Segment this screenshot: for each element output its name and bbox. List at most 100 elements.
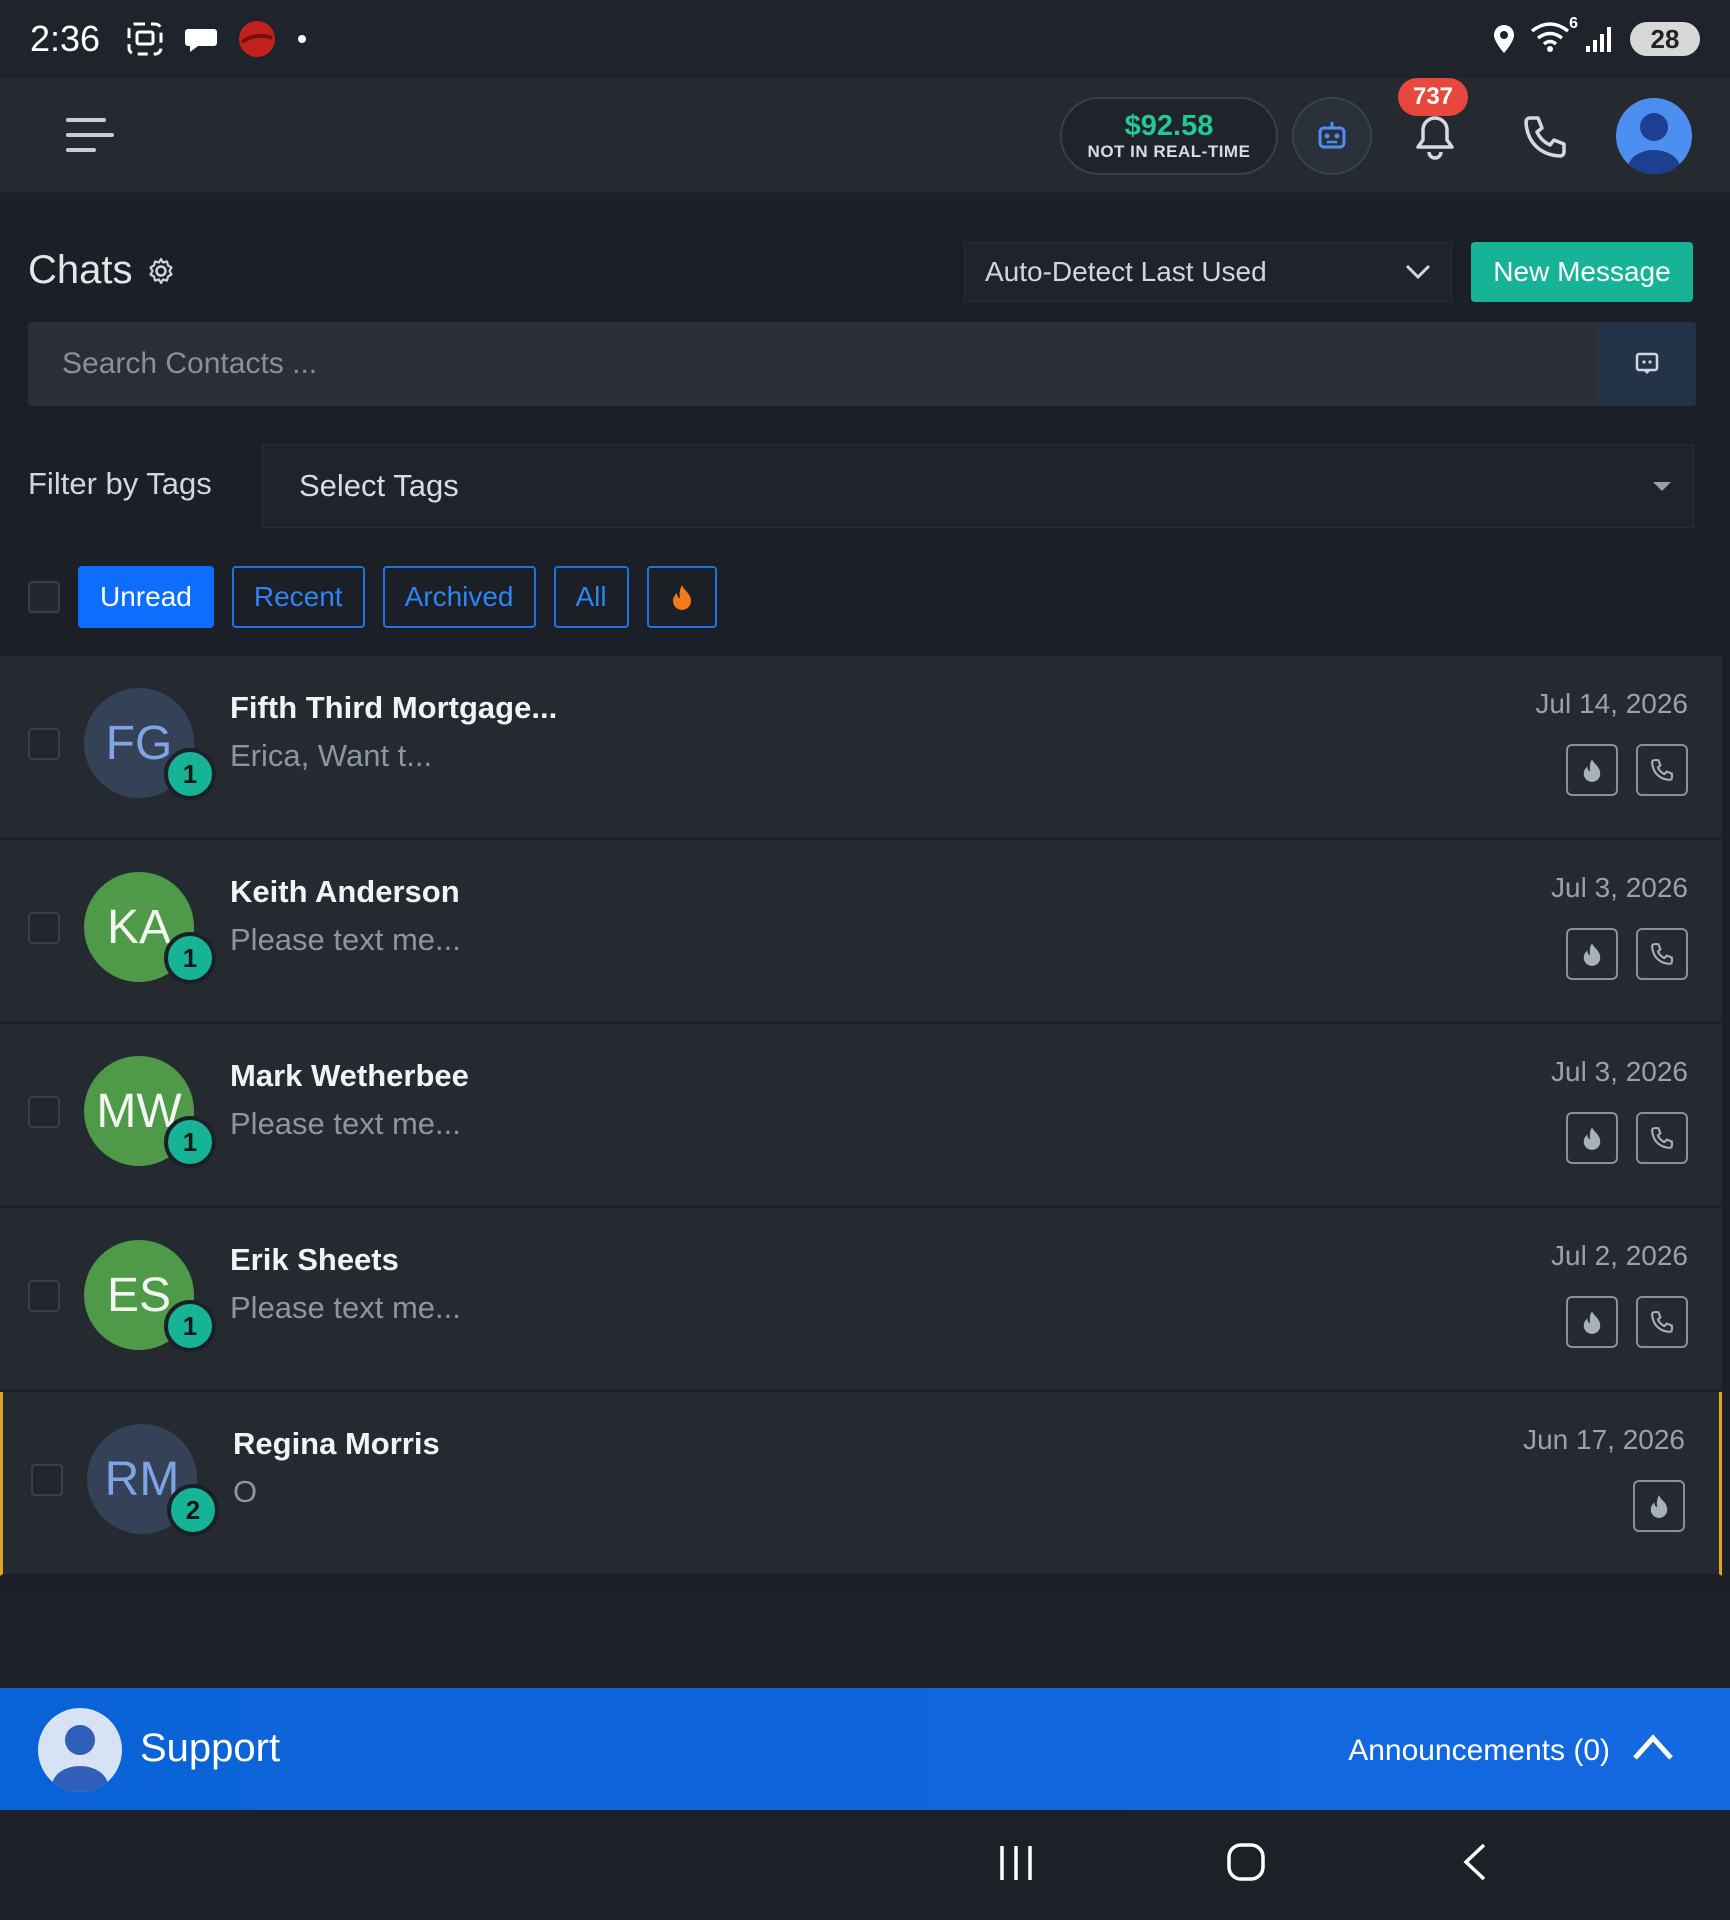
phone-icon: [1651, 1127, 1673, 1149]
message-date: Jul 3, 2026: [1551, 872, 1688, 903]
row-checkbox[interactable]: [28, 728, 60, 760]
message-search-icon: [1635, 352, 1659, 374]
user-avatar[interactable]: [1616, 98, 1692, 174]
fire-icon: [1583, 1127, 1601, 1150]
status-icons-right: 6 28: [1492, 15, 1700, 58]
home-icon[interactable]: [1226, 1842, 1266, 1882]
chat-item[interactable]: MW 1 Mark Wetherbee Please text me... Ju…: [0, 1024, 1722, 1208]
filter-recent-button[interactable]: Recent: [231, 566, 365, 628]
unread-count-badge: 1: [164, 1116, 216, 1168]
chats-panel: Chats Auto-Detect Last Used New Message …: [0, 204, 1730, 1589]
support-avatar: [38, 1708, 122, 1792]
row-checkbox[interactable]: [28, 912, 60, 944]
robot-button[interactable]: [1292, 97, 1372, 175]
row-actions: [1633, 1480, 1685, 1532]
sender-select-value: Auto-Detect Last Used: [985, 256, 1267, 287]
tags-select-placeholder: Select Tags: [299, 468, 459, 503]
filter-hot-button[interactable]: [646, 566, 717, 628]
chat-item[interactable]: KA 1 Keith Anderson Please text me... Ju…: [0, 840, 1722, 1024]
support-bar[interactable]: Support Announcements (0): [0, 1688, 1730, 1810]
dot-icon: [298, 35, 307, 43]
unread-count-badge: 1: [164, 748, 216, 800]
screenshot-icon: [127, 22, 163, 56]
caret-down-icon: [1653, 481, 1671, 491]
wifi-icon: [1530, 21, 1570, 52]
message-preview: O: [233, 1474, 258, 1509]
filter-archived-button[interactable]: Archived: [382, 566, 536, 628]
phone-icon: [1651, 1311, 1673, 1333]
fire-icon: [1583, 1311, 1601, 1334]
call-button[interactable]: [1636, 928, 1688, 980]
message-preview: Erica, Want t...: [230, 738, 433, 773]
message-date: Jul 2, 2026: [1551, 1240, 1688, 1271]
row-checkbox[interactable]: [31, 1464, 63, 1496]
row-actions: [1566, 928, 1688, 980]
battery-level: 28: [1650, 23, 1680, 54]
mark-hot-button[interactable]: [1566, 1112, 1618, 1164]
row-actions: [1566, 1112, 1688, 1164]
search-input[interactable]: [62, 347, 1598, 381]
unread-count-badge: 1: [164, 1300, 216, 1352]
mark-hot-button[interactable]: [1566, 744, 1618, 796]
chat-list: FG 1 Fifth Third Mortgage... Erica, Want…: [0, 656, 1722, 1576]
wifi-label: 6: [1569, 14, 1578, 32]
message-preview: Please text me...: [230, 1290, 461, 1325]
mark-hot-button[interactable]: [1566, 1296, 1618, 1348]
row-checkbox[interactable]: [28, 1280, 60, 1312]
contact-name: Mark Wetherbee: [230, 1058, 469, 1093]
status-bar: 2:36 6 28: [0, 0, 1730, 78]
filter-by-tags-label: Filter by Tags: [28, 466, 212, 501]
phone-icon[interactable]: [1520, 112, 1570, 162]
location-icon: [1494, 25, 1514, 53]
fire-icon: [1583, 943, 1601, 966]
new-message-button[interactable]: New Message: [1471, 242, 1693, 302]
filter-unread-button[interactable]: Unread: [78, 566, 214, 628]
fire-icon: [1650, 1495, 1668, 1518]
mark-hot-button[interactable]: [1633, 1480, 1685, 1532]
gear-icon[interactable]: [147, 257, 175, 285]
message-preview: Please text me...: [230, 1106, 461, 1141]
chat-item[interactable]: FG 1 Fifth Third Mortgage... Erica, Want…: [0, 656, 1722, 840]
chevron-up-icon[interactable]: [1632, 1732, 1674, 1762]
sender-select[interactable]: Auto-Detect Last Used: [964, 242, 1452, 302]
phone-icon: [1651, 943, 1673, 965]
mark-hot-button[interactable]: [1566, 928, 1618, 980]
message-preview: Please text me...: [230, 922, 461, 957]
message-date: Jul 14, 2026: [1535, 688, 1688, 719]
support-title: Support: [140, 1726, 281, 1770]
filter-all-button[interactable]: All: [553, 566, 629, 628]
status-time: 2:36: [30, 18, 101, 59]
call-button[interactable]: [1636, 1112, 1688, 1164]
wifi-group: 6: [1530, 15, 1578, 58]
select-all-checkbox[interactable]: [28, 581, 60, 613]
robot-icon: [1318, 122, 1346, 149]
balance-note: NOT IN REAL-TIME: [1087, 142, 1251, 161]
phone-icon: [1651, 759, 1673, 781]
chat-item[interactable]: ES 1 Erik Sheets Please text me... Jul 2…: [0, 1208, 1722, 1392]
contact-name: Fifth Third Mortgage...: [230, 690, 558, 725]
balance-pill[interactable]: $92.58 NOT IN REAL-TIME: [1060, 97, 1278, 175]
app-red-icon: [239, 21, 276, 57]
menu-icon[interactable]: [66, 118, 114, 154]
message-date: Jun 17, 2026: [1523, 1424, 1685, 1455]
message-date: Jul 3, 2026: [1551, 1056, 1688, 1087]
contact-name: Erik Sheets: [230, 1242, 399, 1277]
bell-icon[interactable]: [1410, 112, 1460, 162]
chat-item[interactable]: RM 2 Regina Morris O Jun 17, 2026: [0, 1392, 1722, 1576]
app-bar: $92.58 NOT IN REAL-TIME 737: [0, 78, 1730, 192]
back-icon[interactable]: [1462, 1842, 1488, 1882]
call-button[interactable]: [1636, 744, 1688, 796]
call-button[interactable]: [1636, 1296, 1688, 1348]
chat-bubble-icon: [185, 29, 218, 52]
search-button[interactable]: [1598, 322, 1696, 406]
filter-bar: Unread Recent Archived All: [28, 566, 717, 628]
user-icon: [1628, 113, 1680, 174]
fire-icon: [672, 585, 691, 610]
recent-apps-icon[interactable]: [998, 1844, 1034, 1882]
row-actions: [1566, 1296, 1688, 1348]
row-actions: [1566, 744, 1688, 796]
announcements-link[interactable]: Announcements (0): [1348, 1734, 1610, 1768]
row-checkbox[interactable]: [28, 1096, 60, 1128]
tags-select[interactable]: Select Tags: [262, 444, 1694, 528]
chats-title-text: Chats: [28, 248, 133, 292]
